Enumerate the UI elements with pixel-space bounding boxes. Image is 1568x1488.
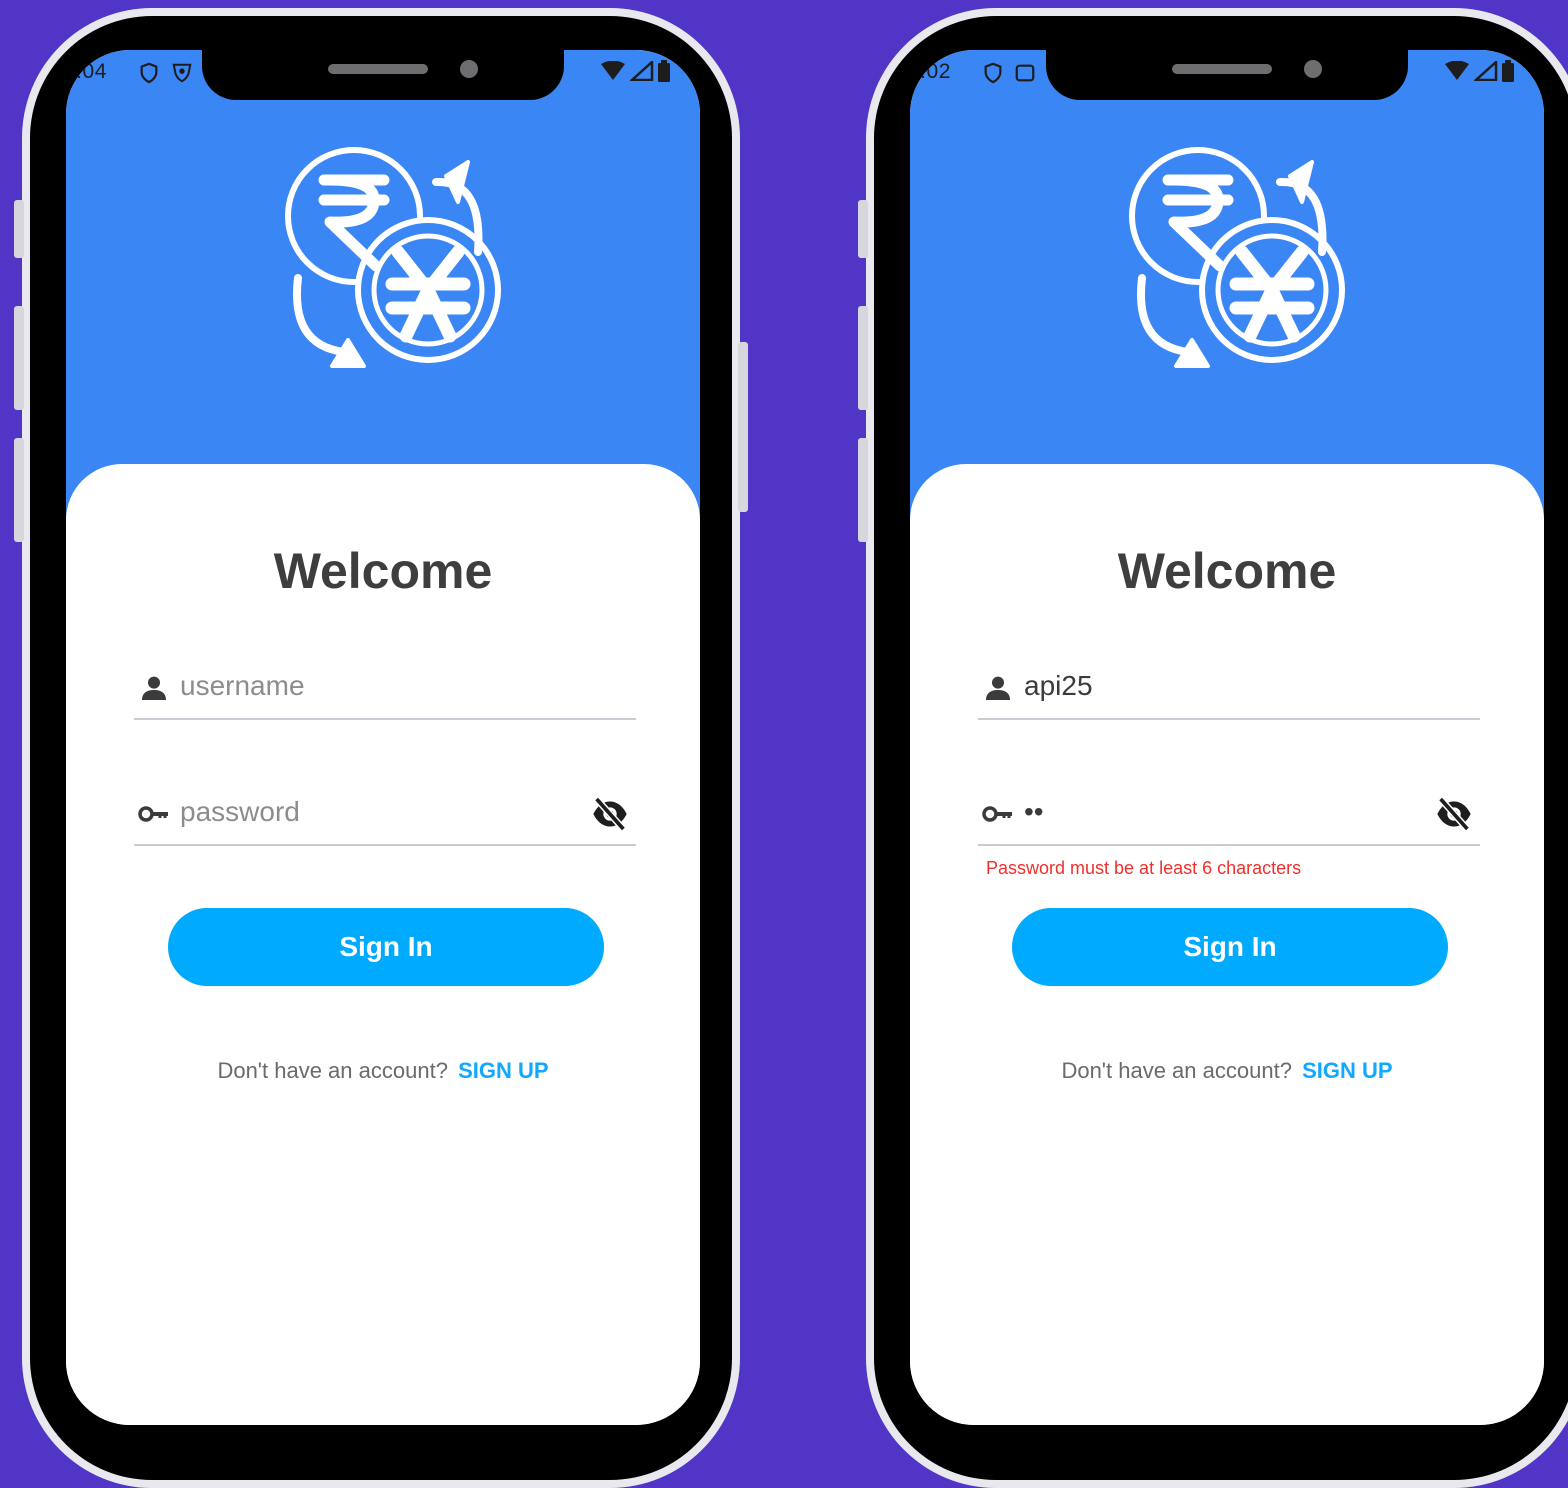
sign-in-button[interactable]: Sign In	[168, 908, 604, 986]
vpn-shield-icon	[984, 62, 1002, 84]
sign-up-link[interactable]: SIGN UP	[1302, 1058, 1392, 1083]
status-icons-left	[138, 62, 194, 84]
login-screen: 9:02 Welcome api25 Password must be at l…	[910, 50, 1544, 1425]
security-badge-icon	[172, 63, 192, 83]
password-field	[134, 784, 636, 846]
phone-mockup-left: 7:04 Welcome username Sign In Don't have…	[14, 8, 748, 1488]
wifi-icon	[1445, 61, 1469, 80]
screenshot-notification-icon	[1015, 64, 1035, 82]
battery-icon	[1502, 60, 1514, 82]
wifi-icon	[601, 61, 625, 80]
status-time: 7:04	[66, 60, 107, 83]
sign-in-button[interactable]: Sign In	[1012, 908, 1448, 986]
username-input[interactable]	[180, 666, 560, 706]
phone-side-button	[858, 200, 868, 258]
phone-camera	[1304, 60, 1322, 78]
username-field	[134, 658, 636, 720]
phone-mockup-right: 9:02 Welcome api25 Password must be at l…	[858, 8, 1568, 1488]
password-input[interactable]	[180, 792, 560, 832]
phone-notch	[202, 50, 564, 100]
phone-volume-up-button	[14, 306, 24, 410]
sign-up-link[interactable]: SIGN UP	[458, 1058, 548, 1083]
cell-signal-icon	[1474, 61, 1498, 81]
key-icon	[138, 806, 168, 822]
phone-volume-down-button	[14, 438, 24, 542]
phone-power-button	[738, 342, 748, 512]
page-title: Welcome	[1117, 543, 1337, 599]
status-icons-right	[600, 60, 670, 82]
status-time: 9:02	[910, 60, 951, 83]
phone-side-button	[14, 200, 24, 258]
person-icon	[142, 676, 166, 700]
signup-prompt-text: Don't have an account?	[217, 1058, 448, 1083]
login-screen: 7:04 Welcome username Sign In Don't have…	[66, 50, 700, 1425]
status-icons-left	[982, 62, 1036, 84]
currency-exchange-logo-icon	[1129, 147, 1345, 368]
signup-prompt: Don't have an account? SIGN UP	[910, 1058, 1544, 1084]
password-field	[978, 784, 1480, 846]
phone-speaker	[328, 64, 428, 74]
signup-prompt: Don't have an account? SIGN UP	[66, 1058, 700, 1084]
currency-exchange-logo-icon	[285, 147, 501, 368]
person-icon	[986, 676, 1010, 700]
username-field	[978, 658, 1480, 720]
vpn-shield-icon	[140, 62, 158, 84]
signup-prompt-text: Don't have an account?	[1061, 1058, 1292, 1083]
key-icon	[982, 806, 1012, 822]
page-title: Welcome	[273, 543, 493, 599]
cell-signal-icon	[630, 61, 654, 81]
username-input[interactable]	[1024, 666, 1404, 706]
password-error-message: Password must be at least 6 characters	[986, 858, 1302, 878]
phone-speaker	[1172, 64, 1272, 74]
battery-icon	[658, 60, 670, 82]
phone-notch	[1046, 50, 1408, 100]
status-icons-right	[1444, 60, 1514, 82]
eye-off-icon[interactable]	[1434, 794, 1474, 834]
phone-camera	[460, 60, 478, 78]
password-input[interactable]	[1024, 792, 1404, 832]
phone-volume-up-button	[858, 306, 868, 410]
phone-volume-down-button	[858, 438, 868, 542]
eye-off-icon[interactable]	[590, 794, 630, 834]
